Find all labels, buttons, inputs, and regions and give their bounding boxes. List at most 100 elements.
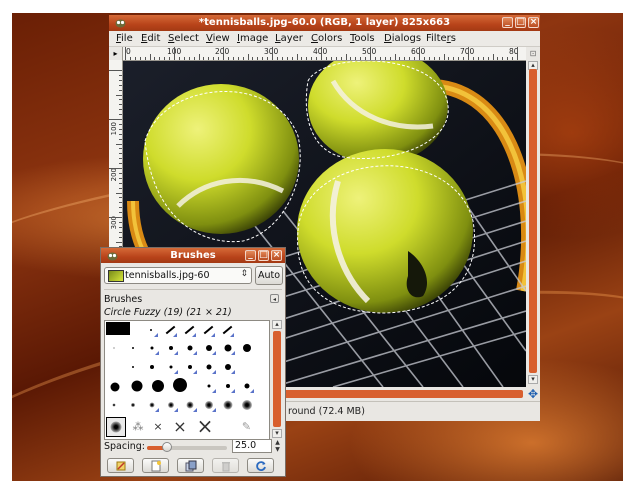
ruler-tick	[487, 57, 489, 60]
ruler-tick	[237, 57, 239, 60]
spacing-slider[interactable]	[147, 442, 227, 452]
refresh-brushes-button[interactable]	[247, 458, 274, 473]
brush-cell[interactable]	[125, 359, 140, 374]
brush-cell[interactable]	[163, 397, 178, 412]
horizontal-ruler[interactable]: 0 100 200 300 400 500 600 700 80	[123, 47, 526, 61]
brush-cell[interactable]	[239, 340, 254, 355]
brush-cell[interactable]	[162, 322, 177, 337]
brush-cell[interactable]	[169, 374, 191, 396]
brush-cell[interactable]	[148, 376, 168, 396]
brush-grid[interactable]: ⁂ × × × ✎	[104, 320, 270, 440]
brush-cell[interactable]	[182, 397, 197, 412]
menu-tools[interactable]: Tools	[350, 33, 375, 44]
brush-cell[interactable]	[106, 397, 121, 412]
brush-cell[interactable]	[181, 322, 196, 337]
vertical-scroll-thumb[interactable]	[529, 69, 537, 373]
brush-cell[interactable]: ×	[149, 419, 167, 437]
brush-cell[interactable]	[106, 322, 130, 335]
brush-cell[interactable]	[239, 359, 254, 374]
brush-cell[interactable]	[239, 378, 254, 393]
brush-cell[interactable]	[144, 340, 159, 355]
scroll-up-icon[interactable]: ▴	[272, 320, 282, 329]
image-window-titlebar[interactable]: *tennisballs.jpg-60.0 (RGB, 1 layer) 825…	[109, 15, 540, 31]
brush-cell[interactable]	[239, 397, 254, 412]
edit-brush-button[interactable]	[107, 458, 134, 473]
brush-cell[interactable]	[125, 340, 140, 355]
spacing-spin-icon[interactable]: ▲ ▼	[273, 439, 282, 453]
menu-select[interactable]: Select	[168, 33, 199, 44]
brush-cell[interactable]	[201, 340, 216, 355]
scroll-down-icon[interactable]: ▾	[528, 375, 538, 384]
menu-view[interactable]: View	[206, 33, 230, 44]
brush-cell[interactable]	[220, 340, 235, 355]
menu-colors[interactable]: Colors	[311, 33, 342, 44]
brush-cell[interactable]: ×	[169, 417, 191, 437]
menu-image[interactable]: Image	[237, 33, 268, 44]
duplicate-brush-button[interactable]	[177, 458, 204, 473]
ruler-tick	[119, 221, 122, 223]
brush-cell-selected[interactable]	[106, 417, 126, 437]
spacing-value-field[interactable]: 25.0	[232, 439, 272, 453]
ruler-tick	[507, 57, 509, 60]
ruler-tick	[149, 54, 151, 60]
vertical-scrollbar[interactable]: ▴ ▾	[527, 61, 539, 389]
scroll-down-icon[interactable]: ▾	[272, 429, 282, 438]
brush-cell[interactable]	[106, 340, 121, 355]
brush-cell[interactable]: ✎	[239, 419, 254, 434]
menu-edit[interactable]: Edit	[141, 33, 160, 44]
ruler-tick	[198, 54, 200, 60]
brush-cell[interactable]	[220, 359, 235, 374]
maximize-icon[interactable]: □	[515, 17, 526, 28]
menu-file[interactable]: File	[116, 33, 133, 44]
navigate-icon[interactable]: ✥	[527, 388, 539, 400]
close-icon[interactable]: ×	[271, 250, 282, 261]
close-icon[interactable]: ×	[528, 17, 539, 28]
brush-grid-scroll-thumb[interactable]	[273, 331, 281, 427]
brush-cell[interactable]	[201, 397, 216, 412]
brush-cell[interactable]	[163, 340, 178, 355]
brush-cell[interactable]	[182, 359, 197, 374]
brush-cell[interactable]	[127, 376, 147, 396]
tab-menu-icon[interactable]: ◂	[270, 294, 279, 303]
duplicate-brush-icon	[185, 460, 196, 472]
brush-cell[interactable]	[125, 397, 140, 412]
brush-cell[interactable]	[182, 340, 197, 355]
ruler-tick	[350, 57, 352, 60]
zoom-fit-icon[interactable]: ⊡	[527, 47, 539, 60]
brush-grid-scrollbar[interactable]: ▴ ▾	[271, 320, 283, 440]
brush-cell[interactable]	[200, 322, 215, 337]
ruler-tick	[119, 158, 122, 160]
quick-mask-toggle[interactable]: ▸	[109, 47, 123, 61]
brush-cell[interactable]	[201, 378, 216, 393]
minimize-icon[interactable]: _	[245, 250, 256, 261]
brush-cell[interactable]	[106, 378, 124, 396]
brush-cell[interactable]	[220, 378, 235, 393]
dropdown-arrows-icon: ⇕	[240, 269, 248, 279]
brushes-titlebar[interactable]: Brushes _ □ ×	[101, 248, 285, 263]
menu-dialogs[interactable]: Dialogs	[384, 33, 421, 44]
ruler-tick	[370, 47, 371, 60]
ruler-tick	[119, 177, 122, 179]
brush-cell[interactable]	[163, 359, 178, 374]
brush-cell[interactable]	[144, 359, 159, 374]
auto-button[interactable]: Auto	[255, 266, 283, 285]
image-selector[interactable]: tennisballs.jpg-60 ⇕	[104, 267, 252, 284]
delete-brush-button[interactable]	[212, 458, 239, 473]
new-brush-button[interactable]	[142, 458, 169, 473]
brush-cell[interactable]	[143, 322, 158, 337]
brush-cell[interactable]: ⁂	[129, 419, 147, 437]
brush-cell[interactable]	[219, 322, 234, 337]
ruler-tick	[203, 57, 205, 60]
spacing-slider-handle[interactable]	[162, 442, 172, 452]
ruler-tick	[109, 70, 122, 71]
brush-cell[interactable]	[201, 359, 216, 374]
minimize-icon[interactable]: _	[502, 17, 513, 28]
maximize-icon[interactable]: □	[258, 250, 269, 261]
menu-layer[interactable]: Layer	[275, 33, 303, 44]
image-thumbnail	[108, 270, 124, 282]
menu-filters[interactable]: Filters	[426, 33, 456, 44]
brush-cell[interactable]	[106, 359, 121, 374]
brush-cell[interactable]	[220, 397, 235, 412]
brush-cell[interactable]: ×	[193, 415, 217, 437]
brush-cell[interactable]	[144, 397, 159, 412]
